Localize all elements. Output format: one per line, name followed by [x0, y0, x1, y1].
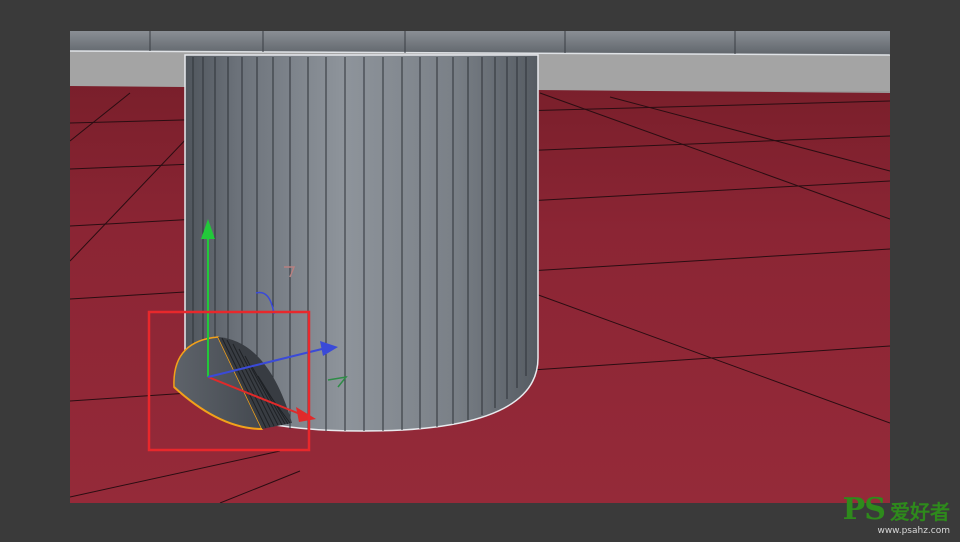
3d-viewport[interactable] [70, 31, 890, 503]
watermark-logo: PS [842, 492, 886, 527]
watermark-url: www.psahz.com [877, 526, 950, 536]
watermark-name: 爱好者 [890, 500, 950, 524]
watermark: PS 爱好者 www.psahz.com [843, 495, 950, 536]
tabletop-mesh [70, 31, 890, 56]
viewport-canvas[interactable] [70, 31, 890, 503]
